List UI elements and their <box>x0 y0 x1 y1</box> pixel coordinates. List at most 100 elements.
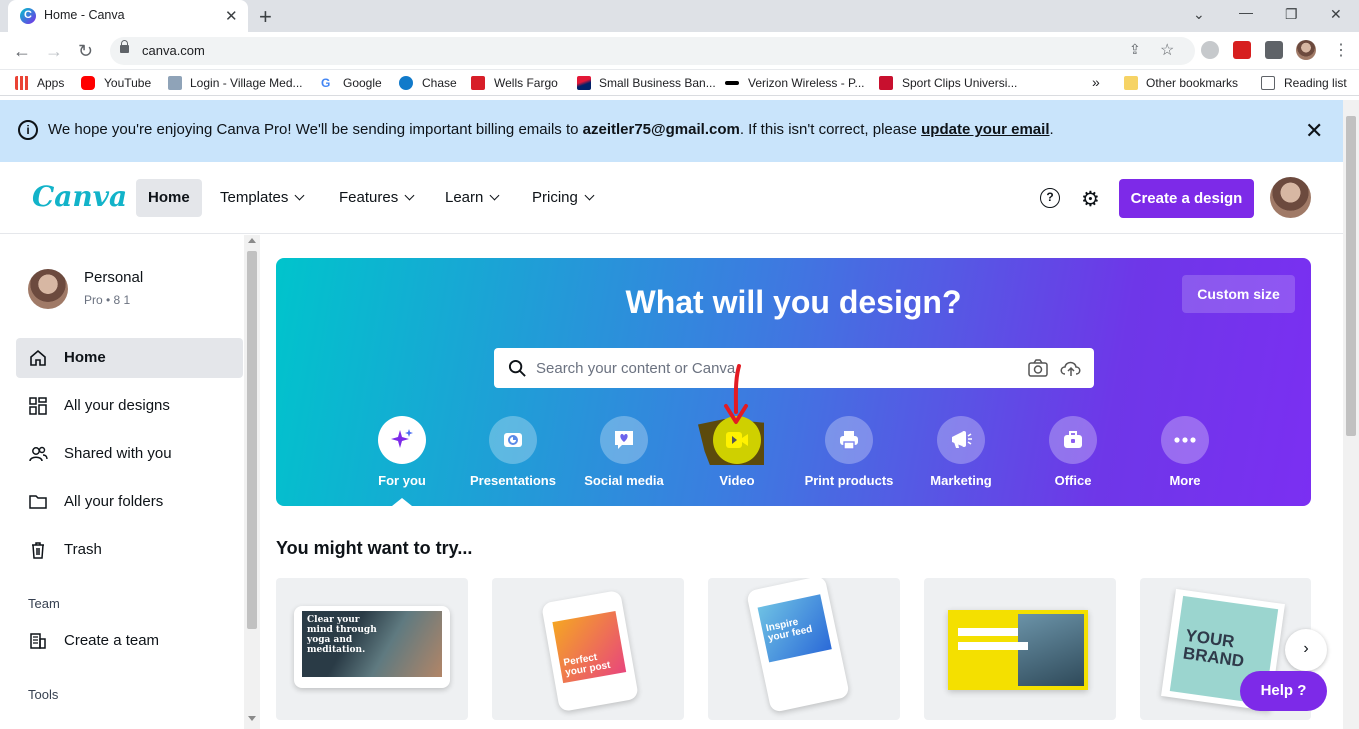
sport-clips-icon <box>879 76 893 90</box>
chevron-right-icon: › <box>1303 640 1309 657</box>
category-label: Marketing <box>930 473 992 488</box>
suggestion-card-story[interactable]: Inspire your feed <box>708 578 900 720</box>
minimize-icon[interactable]: — <box>1239 4 1253 20</box>
bookmark-apps[interactable]: Apps <box>37 76 64 90</box>
share-icon[interactable]: ⇪ <box>1129 41 1141 58</box>
create-design-button[interactable]: Create a design <box>1119 179 1254 218</box>
scroll-down-icon[interactable] <box>248 716 256 721</box>
bookmarks-bar: Apps YouTube Login - Village Med... G Go… <box>0 70 1359 96</box>
briefcase-icon <box>1064 431 1082 448</box>
reading-list[interactable]: Reading list <box>1284 76 1347 90</box>
back-icon[interactable]: ← <box>13 41 31 62</box>
sidebar-item-home[interactable]: Home <box>16 338 243 378</box>
hero-title: What will you design? <box>625 284 962 320</box>
nav-home[interactable]: Home <box>136 179 202 217</box>
suggestion-card-instagram-post[interactable]: Perfect your post <box>492 578 684 720</box>
phone-frame: Perfect your post <box>541 589 639 713</box>
bookmark-sport-clips[interactable]: Sport Clips Universi... <box>902 76 1017 90</box>
page-scrollbar[interactable] <box>1343 100 1359 729</box>
video-camera-icon <box>726 432 748 448</box>
category-circle <box>937 416 985 464</box>
banner-close-icon[interactable]: ✕ <box>1305 118 1323 144</box>
category-label: For you <box>378 473 426 488</box>
lock-icon <box>120 40 129 53</box>
category-circle <box>1161 416 1209 464</box>
forward-icon[interactable]: → <box>45 41 63 62</box>
canva-favicon-icon <box>20 8 36 24</box>
account-avatar[interactable] <box>1270 177 1311 218</box>
browser-tab[interactable]: Home - Canva ✕ <box>8 0 248 32</box>
help-icon[interactable]: ? <box>1040 188 1060 208</box>
star-icon[interactable]: ☆ <box>1160 40 1174 60</box>
custom-size-button[interactable]: Custom size <box>1182 275 1295 313</box>
create-team-button[interactable]: Create a team <box>16 621 243 661</box>
heart-chat-icon <box>615 431 633 449</box>
category-label: Print products <box>804 473 894 488</box>
category-label: Video <box>719 473 755 488</box>
people-icon <box>29 446 48 462</box>
skype-extension-icon[interactable] <box>1201 41 1219 59</box>
sidebar-item-all-designs[interactable]: All your designs <box>16 386 243 426</box>
suggestion-card-youtube-thumbnail[interactable] <box>924 578 1116 720</box>
reload-icon[interactable]: ↻ <box>78 41 93 62</box>
search-input[interactable] <box>536 348 1006 388</box>
pdf-extension-icon[interactable] <box>1233 41 1251 59</box>
megaphone-icon <box>952 431 972 448</box>
restore-icon[interactable]: ❐ <box>1285 6 1298 23</box>
top-navigation: Canva Home Templates Features Learn Pric… <box>0 162 1343 234</box>
sidebar-item-folders[interactable]: All your folders <box>16 482 243 522</box>
nav-pricing[interactable]: Pricing <box>520 179 605 217</box>
tab-search-icon[interactable]: ⌄ <box>1193 6 1205 23</box>
chevron-down-icon <box>404 190 415 201</box>
sidebar-item-trash[interactable]: Trash <box>16 530 243 570</box>
sidebar-scrollbar[interactable] <box>244 235 260 729</box>
canva-logo[interactable]: Canva <box>32 180 127 213</box>
bookmark-small-business[interactable]: Small Business Ban... <box>599 76 716 90</box>
close-tab-icon[interactable]: ✕ <box>225 7 238 25</box>
chevron-down-icon <box>584 190 595 201</box>
category-circle <box>600 416 648 464</box>
bookmark-verizon[interactable]: Verizon Wireless - P... <box>748 76 864 90</box>
upload-cloud-icon[interactable] <box>1059 358 1083 378</box>
suggestion-card-presentation[interactable]: Clear your mind through yoga and meditat… <box>276 578 468 720</box>
verizon-icon <box>725 81 739 85</box>
gear-icon[interactable]: ⚙ <box>1081 187 1100 212</box>
bookmark-village-med[interactable]: Login - Village Med... <box>190 76 303 90</box>
address-bar[interactable]: canva.com ⇪ ☆ <box>110 37 1195 65</box>
sidebar-item-shared[interactable]: Shared with you <box>16 434 243 474</box>
title-bar <box>958 642 1028 650</box>
nav-templates-label: Templates <box>220 189 289 206</box>
other-bookmarks[interactable]: Other bookmarks <box>1146 76 1238 90</box>
sidebar: Personal Pro • 8 1 Home All your designs… <box>0 235 244 729</box>
bookmark-youtube[interactable]: YouTube <box>104 76 151 90</box>
update-email-link[interactable]: update your email <box>921 121 1049 138</box>
sidebar-scrollbar-thumb[interactable] <box>247 251 257 629</box>
bookmarks-overflow-icon[interactable]: » <box>1092 74 1100 90</box>
sidebar-item-label: Shared with you <box>64 445 172 462</box>
camera-icon[interactable] <box>1027 358 1049 378</box>
new-tab-icon[interactable]: + <box>259 4 272 30</box>
nav-templates[interactable]: Templates <box>208 179 315 217</box>
design-hero: What will you design? Custom size For yo… <box>276 258 1311 506</box>
bookmark-google[interactable]: Google <box>343 76 382 90</box>
help-button[interactable]: Help ? <box>1240 671 1327 711</box>
search-box[interactable] <box>494 348 1094 388</box>
scroll-up-icon[interactable] <box>248 238 256 243</box>
chase-icon <box>399 76 413 90</box>
carousel-next-button[interactable]: › <box>1285 629 1327 671</box>
bookmark-chase[interactable]: Chase <box>422 76 457 90</box>
account-name[interactable]: Personal <box>84 269 143 286</box>
chrome-menu-icon[interactable]: ⋮ <box>1333 40 1349 60</box>
category-label: More <box>1169 473 1201 488</box>
nav-learn[interactable]: Learn <box>433 179 510 217</box>
extensions-puzzle-icon[interactable] <box>1265 41 1283 59</box>
category-circle <box>489 416 537 464</box>
nav-features-label: Features <box>339 189 399 206</box>
page-scrollbar-thumb[interactable] <box>1346 116 1356 436</box>
window-close-icon[interactable]: ✕ <box>1330 6 1342 23</box>
profile-avatar-icon[interactable] <box>1296 40 1316 60</box>
trash-icon <box>32 542 44 559</box>
bookmark-wells-fargo[interactable]: Wells Fargo <box>494 76 558 90</box>
more-icon <box>1174 437 1196 443</box>
nav-features[interactable]: Features <box>327 179 425 217</box>
